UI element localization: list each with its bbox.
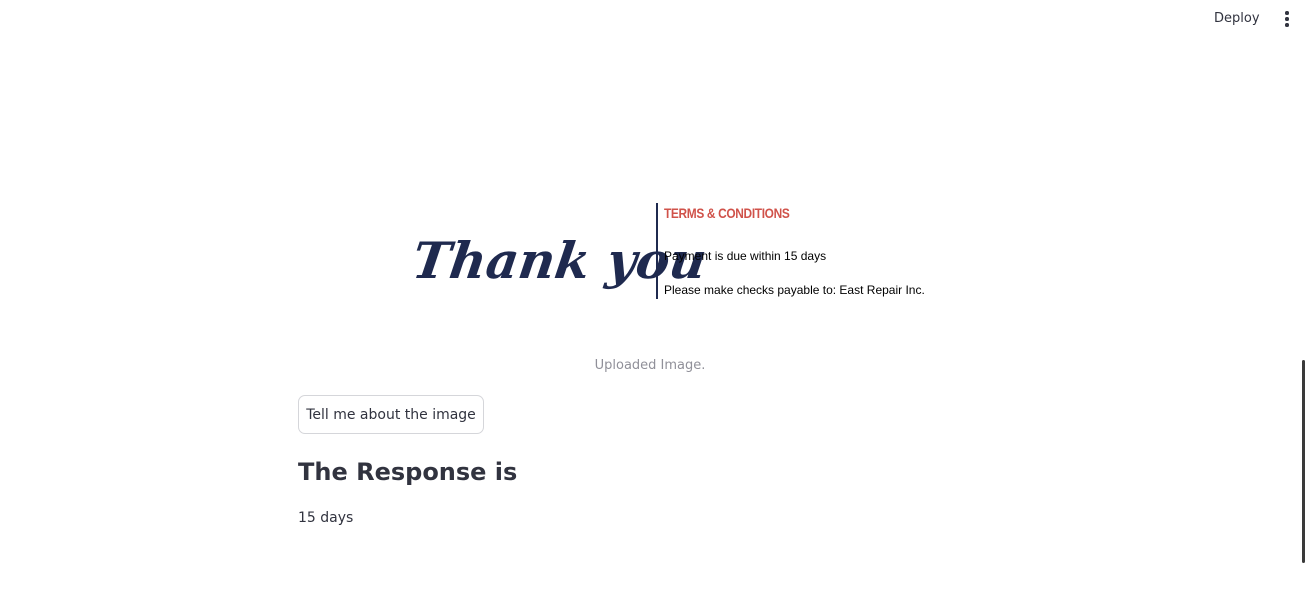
uploaded-image: Thank you TERMS & CONDITIONS Payment is … [405, 195, 935, 320]
response-text: 15 days [298, 510, 354, 526]
app-page: Deploy Thank you TERMS & CONDITIONS Paym… [0, 0, 1305, 592]
vertical-ellipsis-icon-dot [1285, 17, 1289, 21]
response-heading: The Response is [298, 458, 518, 486]
terms-line-payment: Payment is due within 15 days [664, 249, 827, 263]
app-header: Deploy [0, 0, 1305, 40]
deploy-button[interactable]: Deploy [1208, 9, 1266, 29]
image-divider-line [656, 203, 658, 299]
vertical-ellipsis-icon-dot [1285, 23, 1289, 27]
main-menu-button[interactable] [1279, 10, 1295, 28]
terms-heading: TERMS & CONDITIONS [664, 205, 790, 221]
tell-me-about-image-button[interactable]: Tell me about the image [298, 395, 484, 434]
terms-line-checks: Please make checks payable to: East Repa… [664, 283, 925, 297]
image-caption: Uploaded Image. [594, 358, 706, 373]
vertical-ellipsis-icon [1285, 11, 1289, 15]
